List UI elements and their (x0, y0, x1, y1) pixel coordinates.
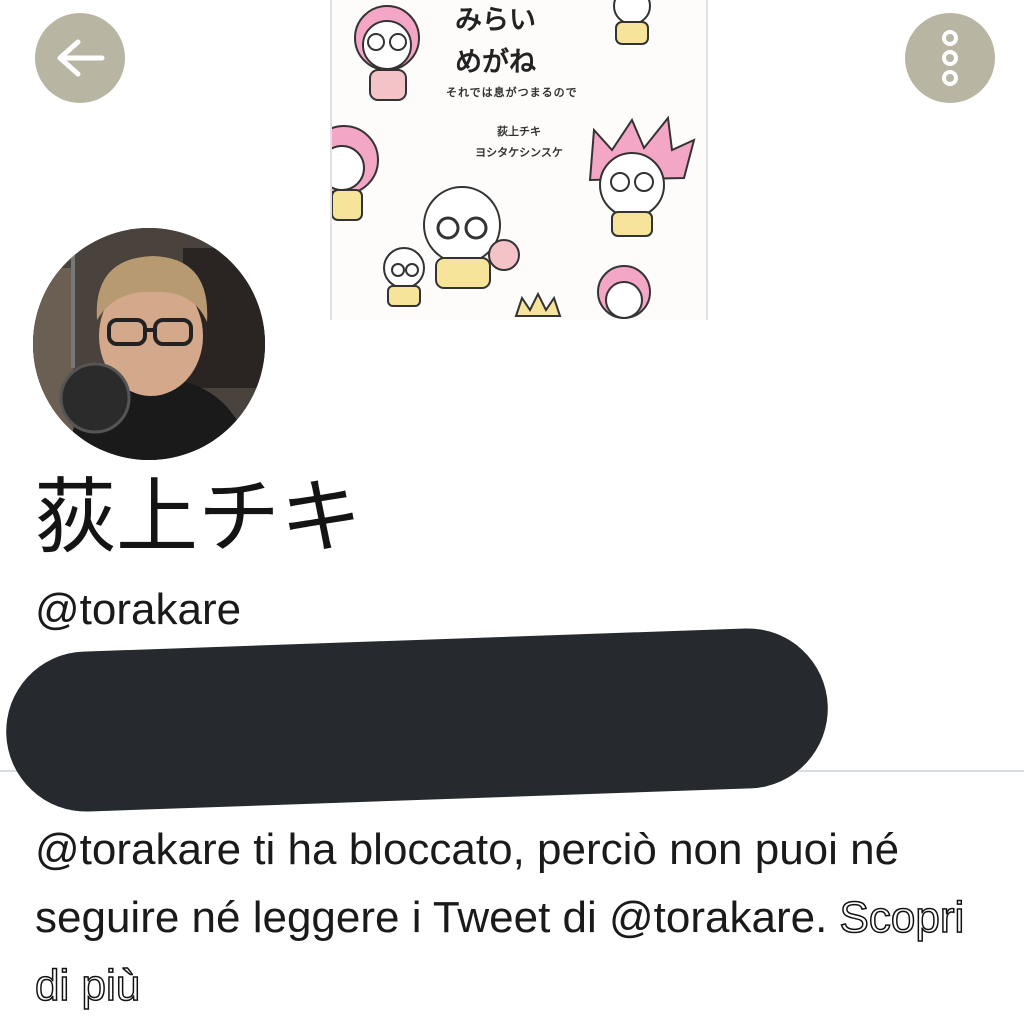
book-title: みらい めがね (455, 5, 536, 78)
back-button[interactable] (35, 13, 125, 103)
book-subtitle: それでは息がつまるので (446, 86, 578, 99)
more-options-button[interactable] (905, 13, 995, 103)
arrow-left-icon (57, 39, 105, 77)
book-authors: 荻上チキ ヨシタケシンスケ (475, 125, 563, 159)
display-name: 荻上チキ (34, 470, 363, 565)
blocked-notice: @torakare ti ha bloccato, perciò non puo… (34, 816, 995, 1020)
blocked-message: @torakare ti ha bloccato, perciò non puo… (35, 825, 900, 942)
avatar-photo (33, 228, 265, 460)
username-handle: @torakare (35, 585, 242, 634)
redaction-bar (3, 625, 831, 815)
vertical-dots-icon (942, 30, 958, 86)
avatar[interactable] (33, 228, 265, 460)
